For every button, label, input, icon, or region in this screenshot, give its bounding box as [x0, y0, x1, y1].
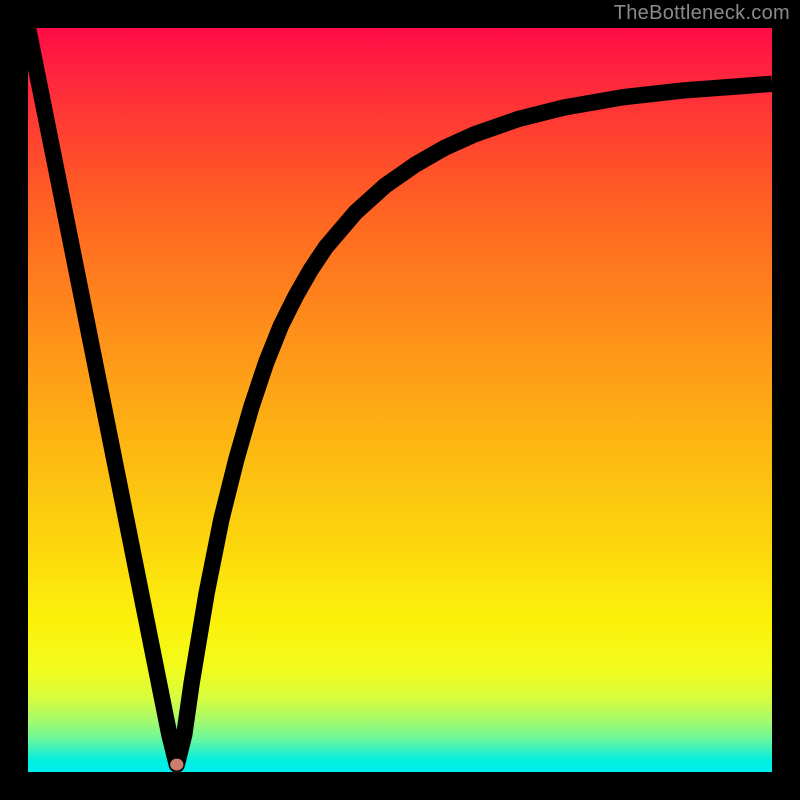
- minimum-marker: [170, 759, 183, 771]
- bottleneck-curve: [28, 28, 772, 765]
- watermark-text: TheBottleneck.com: [614, 2, 790, 25]
- plot-area: [28, 28, 772, 772]
- chart-container: TheBottleneck.com: [0, 0, 800, 800]
- curve-svg: [28, 28, 772, 772]
